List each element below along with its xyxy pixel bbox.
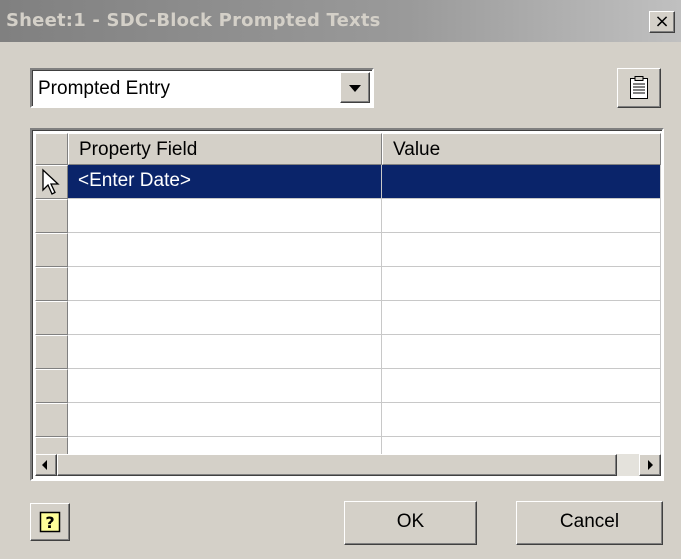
cursor-arrow-icon <box>42 168 60 195</box>
property-field-text: <Enter Date> <box>78 170 192 191</box>
table-cell-value[interactable] <box>382 403 661 437</box>
column-header-value[interactable]: Value <box>382 133 661 165</box>
row-selector[interactable] <box>35 233 68 267</box>
window-title: Sheet:1 - SDC-Block Prompted Texts <box>6 10 381 31</box>
entry-type-dropdown[interactable]: Prompted Entry <box>30 68 374 108</box>
column-header-property-field[interactable]: Property Field <box>68 133 382 165</box>
cancel-button[interactable]: Cancel <box>516 501 663 545</box>
table-cell-value[interactable] <box>382 301 661 335</box>
arrow-left-icon <box>42 460 47 470</box>
chevron-down-icon <box>349 85 361 92</box>
notes-icon <box>630 76 648 99</box>
scroll-thumb[interactable] <box>57 454 617 476</box>
scroll-left-button[interactable] <box>35 454 57 476</box>
help-button[interactable]: ? <box>30 503 70 541</box>
property-grid[interactable]: Property Field Value <Enter Date> <box>30 128 664 481</box>
row-selector[interactable] <box>35 403 68 437</box>
row-selector[interactable] <box>35 199 68 233</box>
table-cell-property-field[interactable] <box>68 199 382 233</box>
row-selector[interactable] <box>35 301 68 335</box>
row-selector[interactable] <box>35 165 68 199</box>
table-cell-property-field[interactable] <box>68 335 382 369</box>
title-bar[interactable]: Sheet:1 - SDC-Block Prompted Texts × <box>0 0 681 42</box>
entry-type-value: Prompted Entry <box>38 78 170 99</box>
notes-button[interactable] <box>617 68 661 108</box>
table-cell-value[interactable] <box>382 233 661 267</box>
grid-corner-header[interactable] <box>35 133 68 165</box>
dropdown-button[interactable] <box>340 72 370 103</box>
table-cell-property-field[interactable] <box>68 369 382 403</box>
close-icon: × <box>654 11 670 32</box>
table-cell-value[interactable] <box>382 369 661 403</box>
table-cell-value[interactable] <box>382 267 661 301</box>
scroll-right-button[interactable] <box>639 454 661 476</box>
table-cell-value[interactable] <box>382 165 661 199</box>
arrow-right-icon <box>648 460 653 470</box>
ok-button[interactable]: OK <box>344 501 477 545</box>
close-button[interactable]: × <box>649 11 675 33</box>
table-cell-property-field[interactable] <box>68 267 382 301</box>
table-cell-property-field[interactable]: <Enter Date> <box>68 165 382 199</box>
column-header-label: Value <box>393 139 441 160</box>
svg-text:?: ? <box>45 513 54 532</box>
help-icon: ? <box>39 511 61 533</box>
row-selector[interactable] <box>35 335 68 369</box>
table-cell-property-field[interactable] <box>68 233 382 267</box>
row-selector[interactable] <box>35 369 68 403</box>
horizontal-scrollbar[interactable] <box>35 454 661 476</box>
table-cell-property-field[interactable] <box>68 403 382 437</box>
table-cell-value[interactable] <box>382 199 661 233</box>
table-cell-value[interactable] <box>382 335 661 369</box>
column-header-label: Property Field <box>79 139 198 160</box>
table-cell-property-field[interactable] <box>68 301 382 335</box>
row-selector[interactable] <box>35 267 68 301</box>
